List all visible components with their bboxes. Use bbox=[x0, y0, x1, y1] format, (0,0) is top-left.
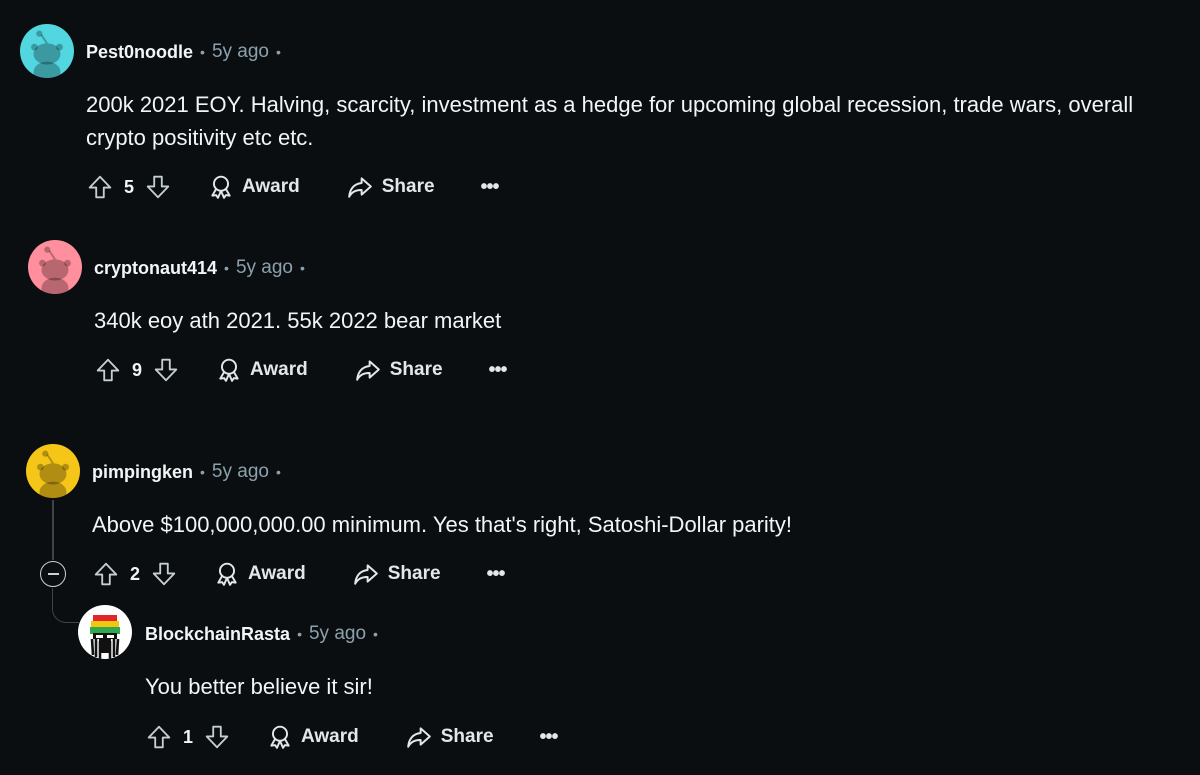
share-button[interactable]: Share bbox=[346, 167, 435, 207]
award-label: Award bbox=[301, 726, 359, 747]
share-label: Share bbox=[389, 359, 443, 380]
share-label: Share bbox=[440, 726, 494, 747]
more-options-button[interactable]: ••• bbox=[487, 563, 506, 586]
comment-body: Above $100,000,000.00 minimum. Yes that'… bbox=[92, 512, 793, 537]
separator-dot: • bbox=[224, 260, 229, 276]
comment-body: 340k eoy ath 2021. 55k 2022 bear market bbox=[94, 308, 502, 333]
award-label: Award bbox=[242, 176, 300, 197]
separator-dot: • bbox=[373, 626, 378, 642]
comment-actions: 9 Award Share ••• bbox=[92, 350, 508, 390]
comment-meta: pimpingken • 5y ago • bbox=[92, 460, 288, 484]
username[interactable]: cryptonaut414 bbox=[94, 258, 217, 279]
collapse-icon bbox=[47, 573, 59, 575]
timestamp[interactable]: 5y ago bbox=[236, 257, 293, 279]
share-button[interactable]: Share bbox=[352, 554, 441, 594]
award-icon bbox=[214, 561, 240, 587]
username[interactable]: Pest0noodle bbox=[86, 42, 193, 63]
upvote-icon[interactable] bbox=[92, 354, 124, 386]
collapse-thread-button[interactable] bbox=[40, 561, 66, 587]
avatar[interactable] bbox=[78, 605, 132, 659]
downvote-icon[interactable] bbox=[201, 721, 233, 753]
avatar[interactable] bbox=[20, 24, 74, 78]
more-options-button[interactable]: ••• bbox=[540, 726, 559, 749]
award-button[interactable]: Award bbox=[216, 350, 308, 390]
vote-count: 5 bbox=[123, 176, 134, 197]
downvote-icon[interactable] bbox=[142, 171, 174, 203]
share-button[interactable]: Share bbox=[405, 717, 494, 757]
avatar[interactable] bbox=[28, 240, 82, 294]
downvote-icon[interactable] bbox=[148, 558, 180, 590]
separator-dot: • bbox=[300, 260, 305, 276]
snoo-avatar-icon bbox=[20, 24, 74, 78]
award-button[interactable]: Award bbox=[267, 717, 359, 757]
comment-actions: 5 Award Share ••• bbox=[84, 167, 500, 207]
thread-connector bbox=[52, 588, 79, 623]
comment-meta: BlockchainRasta • 5y ago • bbox=[145, 622, 385, 646]
share-icon bbox=[354, 357, 382, 383]
separator-dot: • bbox=[200, 464, 205, 480]
separator-dot: • bbox=[275, 464, 281, 480]
upvote-icon[interactable] bbox=[90, 558, 122, 590]
more-options-button[interactable]: ••• bbox=[489, 359, 508, 382]
timestamp[interactable]: 5y ago bbox=[309, 623, 366, 645]
award-button[interactable]: Award bbox=[214, 554, 306, 594]
snoo-avatar-icon bbox=[26, 444, 80, 498]
award-icon bbox=[267, 724, 293, 750]
vote-count: 9 bbox=[131, 359, 142, 380]
timestamp[interactable]: 5y ago bbox=[212, 41, 269, 63]
username[interactable]: pimpingken bbox=[92, 462, 193, 483]
upvote-icon[interactable] bbox=[84, 171, 116, 203]
share-icon bbox=[405, 724, 433, 750]
comment-body: 200k 2021 EOY. Halving, scarcity, invest… bbox=[86, 92, 1134, 150]
downvote-icon[interactable] bbox=[150, 354, 182, 386]
share-button[interactable]: Share bbox=[354, 350, 443, 390]
upvote-icon[interactable] bbox=[143, 721, 175, 753]
comment-meta: cryptonaut414 • 5y ago • bbox=[94, 256, 312, 280]
share-label: Share bbox=[381, 176, 435, 197]
more-options-button[interactable]: ••• bbox=[481, 176, 500, 199]
share-icon bbox=[352, 561, 380, 587]
rasta-avatar-icon bbox=[90, 615, 120, 659]
share-icon bbox=[346, 174, 374, 200]
award-label: Award bbox=[248, 563, 306, 584]
share-label: Share bbox=[387, 563, 441, 584]
comment-actions: 2 Award Share ••• bbox=[90, 554, 506, 594]
award-icon bbox=[208, 174, 234, 200]
award-icon bbox=[216, 357, 242, 383]
separator-dot: • bbox=[200, 44, 205, 60]
snoo-avatar-icon bbox=[28, 240, 82, 294]
separator-dot: • bbox=[297, 626, 302, 642]
thread-line[interactable] bbox=[52, 500, 54, 560]
award-button[interactable]: Award bbox=[208, 167, 300, 207]
vote-count: 1 bbox=[182, 726, 193, 747]
vote-count: 2 bbox=[129, 563, 140, 584]
comment-meta: Pest0noodle • 5y ago • bbox=[86, 40, 288, 64]
username[interactable]: BlockchainRasta bbox=[145, 624, 290, 645]
avatar[interactable] bbox=[26, 444, 80, 498]
timestamp[interactable]: 5y ago bbox=[212, 461, 269, 483]
comment-body: You better believe it sir! bbox=[145, 674, 373, 699]
comment-actions: 1 Award Share ••• bbox=[143, 717, 559, 757]
separator-dot: • bbox=[275, 44, 281, 60]
award-label: Award bbox=[250, 359, 308, 380]
